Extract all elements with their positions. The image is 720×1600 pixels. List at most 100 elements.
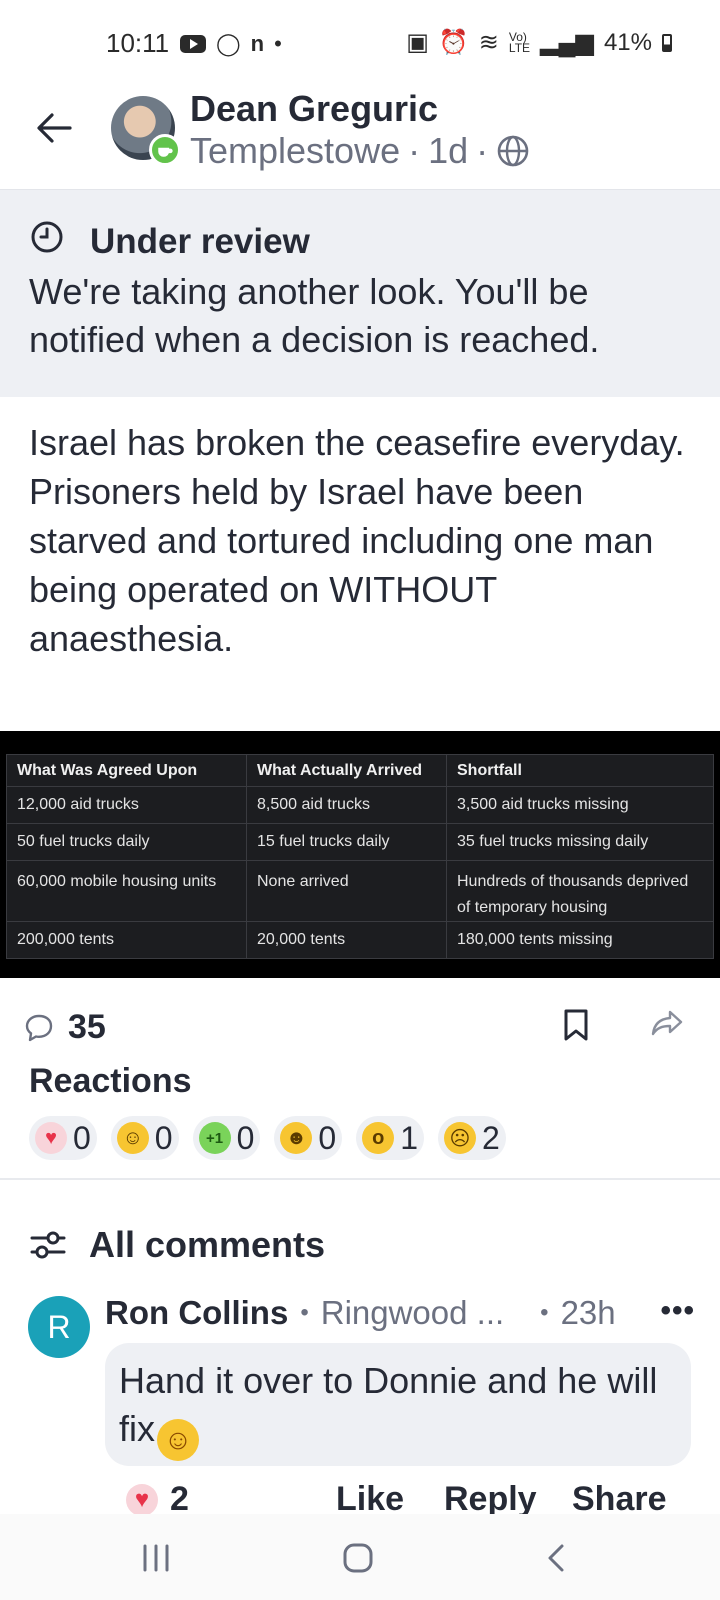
blush-emoji-icon: ☺ <box>157 1419 199 1461</box>
meta-separator: · <box>408 130 421 171</box>
more-options-icon[interactable]: ••• <box>660 1294 695 1328</box>
youtube-icon <box>180 35 206 53</box>
laugh-icon: ☻ <box>280 1122 313 1154</box>
table-cell: 35 fuel trucks missing daily <box>446 823 714 861</box>
home-icon[interactable] <box>338 1542 378 1574</box>
lock-icon: ▣ <box>406 29 429 56</box>
reaction-count: 0 <box>236 1119 255 1156</box>
battery-icon <box>662 33 672 52</box>
heart-icon: ♥ <box>126 1483 158 1516</box>
dot-separator: • <box>300 1299 309 1326</box>
commenter-name[interactable]: Ron Collins <box>105 1294 288 1332</box>
table-cell: 20,000 tents <box>246 921 447 959</box>
comment-count: 35 <box>68 1008 106 1046</box>
sad-icon: ☹ <box>443 1122 476 1154</box>
back-nav-icon[interactable] <box>538 1542 578 1574</box>
table-row: 50 fuel trucks daily 15 fuel trucks dail… <box>6 823 714 861</box>
table-header-row: What Was Agreed Upon What Actually Arriv… <box>6 754 714 787</box>
reaction-count: 2 <box>481 1119 500 1156</box>
post-age: 1d <box>428 130 469 171</box>
reaction-smile[interactable]: ☺ 0 <box>110 1116 179 1160</box>
table-cell: None arrived <box>246 860 447 922</box>
globe-icon <box>497 135 529 167</box>
table-header: What Was Agreed Upon <box>6 754 247 787</box>
meta-separator: · <box>476 130 489 171</box>
notification-icons: ◯ n • <box>180 31 282 57</box>
wifi-icon: ≋ <box>478 29 499 56</box>
table-header: What Actually Arrived <box>246 754 447 787</box>
reaction-laugh[interactable]: ☻ 0 <box>274 1116 343 1160</box>
table-cell: Hundreds of thousands deprived of tempor… <box>446 860 714 922</box>
reactions-title: Reactions <box>29 1062 192 1100</box>
reaction-count: 1 <box>400 1119 418 1156</box>
table-cell: 180,000 tents missing <box>446 921 714 959</box>
post-image[interactable]: What Was Agreed Upon What Actually Arriv… <box>0 731 720 978</box>
table-cell: 15 fuel trucks daily <box>246 823 447 861</box>
post-header: Dean Greguric Templestowe · 1d · <box>0 88 720 190</box>
comment-bubble-icon <box>25 1014 53 1041</box>
comments-sort-toggle[interactable]: All comments <box>29 1224 325 1266</box>
bookmark-icon[interactable] <box>561 1008 591 1042</box>
all-comments-label: All comments <box>89 1224 326 1265</box>
author-name[interactable]: Dean Greguric <box>190 88 438 130</box>
reaction-wow[interactable]: o 1 <box>356 1116 424 1160</box>
table-row: 60,000 mobile housing units None arrived… <box>6 860 714 922</box>
table-cell: 12,000 aid trucks <box>6 786 247 824</box>
commenter-avatar[interactable]: R <box>28 1296 90 1358</box>
reaction-count: 0 <box>73 1119 91 1156</box>
author-location[interactable]: Templestowe <box>190 130 400 172</box>
plus-one-icon: +1 <box>198 1122 231 1154</box>
post-text: Israel has broken the ceasefire everyday… <box>29 418 699 663</box>
reactions-bar: ♥ 0 ☺ 0 +1 0 ☻ 0 o 1 ☹ 2 <box>29 1116 506 1160</box>
coffee-badge-icon <box>149 134 181 166</box>
comment-text: Hand it over to Donnie and he will fix <box>119 1360 658 1449</box>
status-bar: 10:11 ◯ n • ▣ ⏰ ≋ Vo) LTE ▂▄▆ 41% <box>0 0 720 88</box>
signal-icon: ▂▄▆ <box>540 29 594 56</box>
reaction-count: 0 <box>318 1119 337 1156</box>
recent-apps-icon[interactable] <box>136 1542 176 1574</box>
table-cell: 200,000 tents <box>6 921 247 959</box>
table-cell: 50 fuel trucks daily <box>6 823 247 861</box>
back-arrow-icon[interactable] <box>34 108 74 148</box>
post-line: Israel has broken the ceasefire everyday… <box>29 422 685 463</box>
review-title: Under review <box>90 222 310 261</box>
table-cell: 3,500 aid trucks missing <box>446 786 714 824</box>
table-cell: 60,000 mobile housing units <box>6 860 247 922</box>
comment-bubble: Hand it over to Donnie and he will fix ☺ <box>105 1343 691 1466</box>
heart-icon: ♥ <box>35 1122 67 1154</box>
comment-header: Ron Collins • Ringwood ... • 23h ••• <box>105 1294 695 1332</box>
reaction-sad[interactable]: ☹ 2 <box>437 1116 506 1160</box>
author-avatar[interactable] <box>111 96 181 166</box>
section-divider <box>0 1178 720 1180</box>
system-nav-bar <box>0 1514 720 1600</box>
reaction-heart[interactable]: ♥ 0 <box>29 1116 97 1160</box>
review-text: We're taking another look. You'll be not… <box>29 271 600 360</box>
post-line: Prisoners held by Israel have been starv… <box>29 471 654 659</box>
commenter-location[interactable]: Ringwood ... <box>321 1294 504 1332</box>
under-review-banner: Under review We're taking another look. … <box>0 190 720 397</box>
filter-sliders-icon <box>30 1231 66 1259</box>
whatsapp-icon: ◯ <box>216 31 241 56</box>
dot-separator: • <box>540 1299 549 1326</box>
smile-icon: ☺ <box>116 1122 149 1154</box>
table-header: Shortfall <box>446 754 714 787</box>
table-row: 200,000 tents 20,000 tents 180,000 tents… <box>6 921 714 959</box>
comment-time: 23h <box>560 1294 616 1331</box>
comments-button[interactable]: 35 <box>24 1008 106 1047</box>
table-cell: 8,500 aid trucks <box>246 786 447 824</box>
system-icons: ▣ ⏰ ≋ Vo) LTE ▂▄▆ 41% <box>406 28 672 57</box>
lte-icon: Vo) LTE <box>508 29 531 55</box>
aid-table: What Was Agreed Upon What Actually Arriv… <box>6 754 714 959</box>
share-icon[interactable] <box>650 1006 684 1040</box>
app-n-icon: n <box>250 31 265 56</box>
dot-icon: • <box>274 31 282 56</box>
clock-icon <box>31 221 63 253</box>
alarm-icon: ⏰ <box>438 29 469 56</box>
reaction-count: 0 <box>154 1119 173 1156</box>
post-meta: Templestowe · 1d · <box>190 130 530 172</box>
battery-level: 41% <box>603 28 652 56</box>
status-time: 10:11 <box>106 28 170 58</box>
table-row: 12,000 aid trucks 8,500 aid trucks 3,500… <box>6 786 714 824</box>
reaction-plus-one[interactable]: +1 0 <box>192 1116 261 1160</box>
wow-icon: o <box>362 1122 395 1154</box>
